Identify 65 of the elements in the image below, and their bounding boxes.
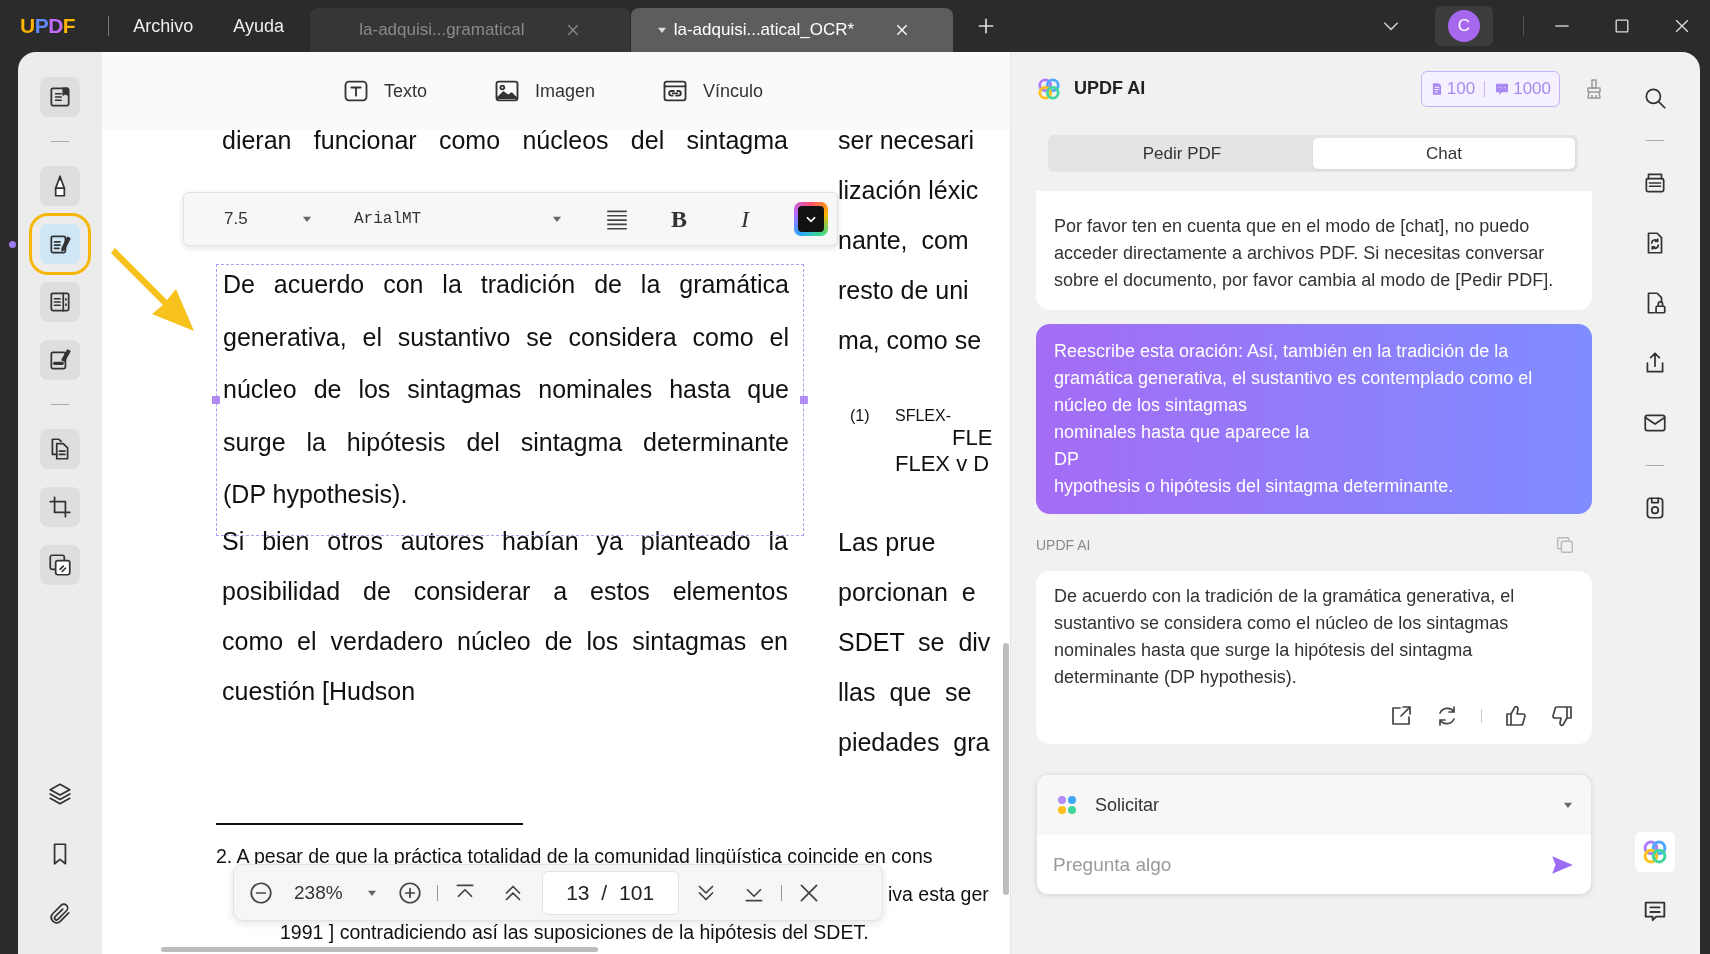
- example-number: (1): [849, 406, 871, 426]
- document-tab[interactable]: la-adquisi...atical_OCR*: [630, 8, 953, 52]
- zoom-select[interactable]: 238%: [294, 881, 379, 904]
- toolbar-button[interactable]: Vínculo: [661, 77, 764, 105]
- document-tab[interactable]: la-adquisi...gramatical: [309, 8, 630, 52]
- flower-logo-icon[interactable]: [1641, 838, 1669, 866]
- question-field[interactable]: Pregunta algo: [1051, 852, 1549, 877]
- mode-tab[interactable]: Chat: [1313, 138, 1575, 169]
- tool-button[interactable]: [40, 166, 80, 206]
- selection-dot: [9, 241, 16, 248]
- tool-button[interactable]: [40, 77, 80, 117]
- document-paragraph: dieran funcionar como núcleos del sintagma: [221, 130, 788, 156]
- page-number-field[interactable]: 13 / 101: [541, 870, 679, 915]
- font-size-select[interactable]: 7.5: [224, 209, 314, 229]
- user-avatar[interactable]: C: [1448, 10, 1480, 42]
- bold-button[interactable]: B: [664, 205, 694, 233]
- example-line: SFLEX-: [895, 406, 951, 426]
- scanner-icon[interactable]: [1642, 170, 1668, 196]
- toolbar-button[interactable]: Texto: [342, 77, 428, 105]
- tool-button[interactable]: [40, 429, 80, 469]
- sign-document-icon: [47, 347, 73, 373]
- tool-button[interactable]: [40, 545, 80, 585]
- resize-handle[interactable]: [800, 395, 808, 404]
- mode-tab[interactable]: Pedir PDF: [1051, 138, 1313, 169]
- credit-count: 100: [1446, 78, 1476, 99]
- flower-logo-icon: [1036, 75, 1062, 102]
- zoom-out-icon[interactable]: [248, 879, 274, 906]
- tool-button[interactable]: [40, 340, 80, 380]
- tool-button[interactable]: [40, 224, 80, 264]
- credit-count: 1000: [1513, 78, 1551, 99]
- sender-name: UPDF AI: [1036, 537, 1091, 553]
- scrollbar[interactable]: [161, 947, 598, 952]
- book-icon: [47, 84, 73, 110]
- font-select[interactable]: ArialMT: [354, 210, 564, 228]
- document-paragraph: Las prue porcionan e SDET se div llas que se piedades gra: [838, 527, 992, 758]
- example-line: FLE: [952, 427, 993, 449]
- color-picker[interactable]: [794, 202, 828, 236]
- message-text: De acuerdo con la tradición de la gramática generativa, el sustantivo se considera como el núcleo de los sintagmas nominales hasta que surge la hipótesis del sintagma determinante (DP hypothesis).: [1054, 585, 1516, 689]
- layers-icon[interactable]: [47, 781, 73, 807]
- footnote-text: iva esta ger: [888, 882, 989, 907]
- tool-button[interactable]: [40, 282, 80, 322]
- thumbs-up-icon[interactable]: [1504, 704, 1528, 728]
- overlapping-squares-icon: [47, 552, 73, 578]
- resize-handle[interactable]: [212, 395, 220, 404]
- form-icon: [47, 289, 73, 315]
- menu-item[interactable]: Ayuda: [233, 15, 284, 37]
- panel-title: UPDF AI: [1074, 78, 1146, 99]
- message-text: Por favor ten en cuenta que en el modo de [chat], no puedo acceder directamente a archivos PDF. Si necesitas conversar sobre el documento, por favor cambia al modo de [Pedir PDF].: [1054, 215, 1555, 292]
- four-dots-icon: [1055, 793, 1079, 817]
- export-icon[interactable]: [1389, 704, 1413, 728]
- menu-item[interactable]: Archivo: [133, 15, 194, 37]
- footnote-text: 2. A pesar de que la práctica totalidad de la comunidad lingüística coincide en cons: [216, 844, 933, 869]
- zoom-in-icon[interactable]: [396, 879, 423, 906]
- document-paragraph: ser necesari lización léxic nante, com resto de uni ma, como se: [838, 130, 983, 356]
- crop-icon: [47, 494, 73, 520]
- thumbs-down-icon[interactable]: [1550, 704, 1574, 728]
- message-text: Reescribe esta oración: Así, también en la tradición de la gramática generativa, el sustantivo es contemplado como el núcleo de los sintagmas nominales hasta que aparece la DP hypothesis o hipótesis del sintagma determinante.: [1054, 340, 1534, 498]
- italic-button[interactable]: I: [730, 205, 760, 233]
- footnote-text: 1991 ] contradiciendo así las suposiciones de la hipótesis del SDET.: [280, 920, 869, 944]
- tool-button[interactable]: [40, 487, 80, 527]
- prompt-select[interactable]: Solicitar: [1037, 775, 1591, 835]
- scrollbar[interactable]: [1003, 643, 1009, 895]
- toolbar-button[interactable]: Imagen: [493, 77, 596, 105]
- example-line: FLEX v D: [895, 450, 990, 478]
- search-icon[interactable]: [1642, 85, 1668, 111]
